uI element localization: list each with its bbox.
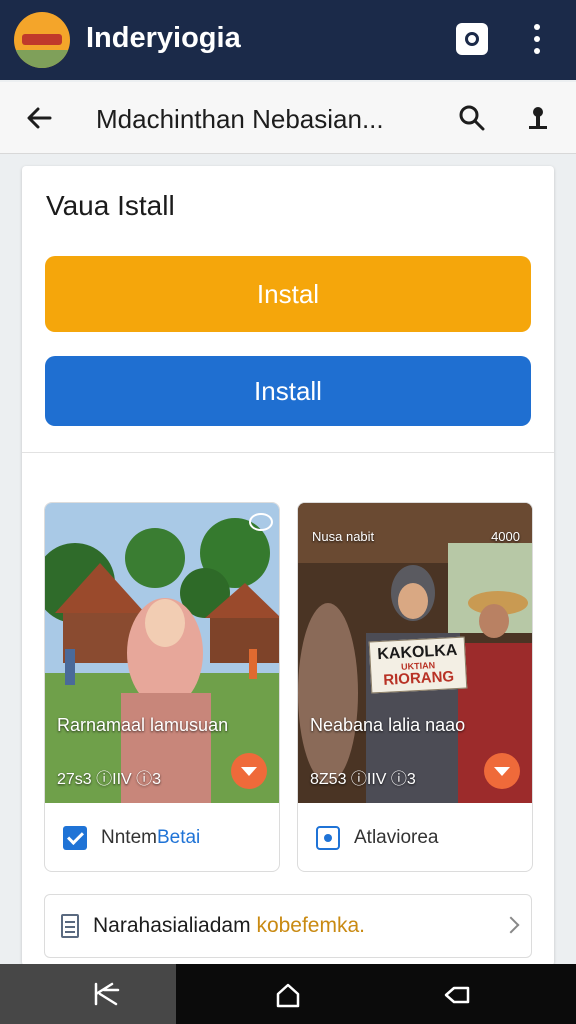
page-title: Mdachinthan Nebasian... — [96, 104, 384, 134]
nav-recents-icon[interactable] — [0, 964, 176, 1024]
gallery-photo: Rarnamaal lamusuan 27s3 ⓘIIV ⓘ3 — [45, 503, 279, 803]
share-icon[interactable] — [316, 826, 340, 850]
more-vert-icon[interactable] — [524, 22, 550, 56]
footer-label: Atlaviorea — [354, 827, 439, 848]
footer-label: Nntem — [101, 827, 157, 848]
app-title: Inderyiogia — [86, 22, 241, 54]
footer-label-accent: Betai — [156, 827, 201, 848]
install-primary-button[interactable]: Instal — [45, 256, 531, 332]
app-logo — [14, 12, 70, 68]
sign-board: KAKOLKA UKTIAN RIORANG — [368, 636, 468, 694]
system-nav-bar — [0, 964, 576, 1024]
favorite-icon[interactable] — [231, 753, 267, 789]
nav-home-icon[interactable] — [270, 978, 306, 1012]
nav-back-icon[interactable] — [440, 978, 476, 1012]
photo-caption: Neabana lalia naao — [310, 715, 466, 735]
gallery-photo: Nusa nabit 4000 KAKOLKA UKTIAN RIORANG N… — [298, 503, 532, 803]
toolbar: Mdachinthan Nebasian... — [0, 82, 576, 154]
favorite-icon[interactable] — [484, 753, 520, 789]
photo-stats: 8Z53 ⓘIIV ⓘ3 — [310, 771, 416, 788]
gallery-card[interactable]: Nusa nabit 4000 KAKOLKA UKTIAN RIORANG N… — [297, 502, 533, 872]
camera-icon[interactable] — [456, 23, 488, 55]
photo-tag: Nusa nabit — [312, 529, 375, 544]
view-icon — [249, 513, 273, 531]
photo-count: 4000 — [491, 529, 520, 544]
install-secondary-button[interactable]: Install — [45, 356, 531, 426]
chevron-right-icon — [502, 916, 520, 934]
photo-stats: 27s3 ⓘIIV ⓘ3 — [57, 771, 162, 788]
search-icon[interactable] — [454, 100, 490, 136]
install-card: Vaua Istall Instal Install Rarnamaal lam… — [22, 166, 554, 966]
account-icon[interactable] — [520, 100, 556, 136]
document-icon — [61, 914, 79, 938]
gallery-card[interactable]: Rarnamaal lamusuan 27s3 ⓘIIV ⓘ3 Nntem Be… — [44, 502, 280, 872]
card-heading: Vaua Istall — [46, 190, 175, 221]
list-item[interactable]: Narahasialiadam kobefemka. — [44, 894, 532, 958]
checkbox-icon[interactable] — [63, 826, 87, 850]
back-arrow-icon[interactable] — [22, 100, 58, 136]
gallery-card-footer[interactable]: Nntem Betai — [45, 803, 279, 871]
app-bar: Inderyiogia — [0, 0, 576, 80]
photo-caption: Rarnamaal lamusuan — [57, 715, 229, 735]
gallery-card-footer[interactable]: Atlaviorea — [298, 803, 532, 871]
divider — [22, 452, 554, 453]
list-item-label: Narahasialiadam kobefemka. — [93, 914, 365, 937]
